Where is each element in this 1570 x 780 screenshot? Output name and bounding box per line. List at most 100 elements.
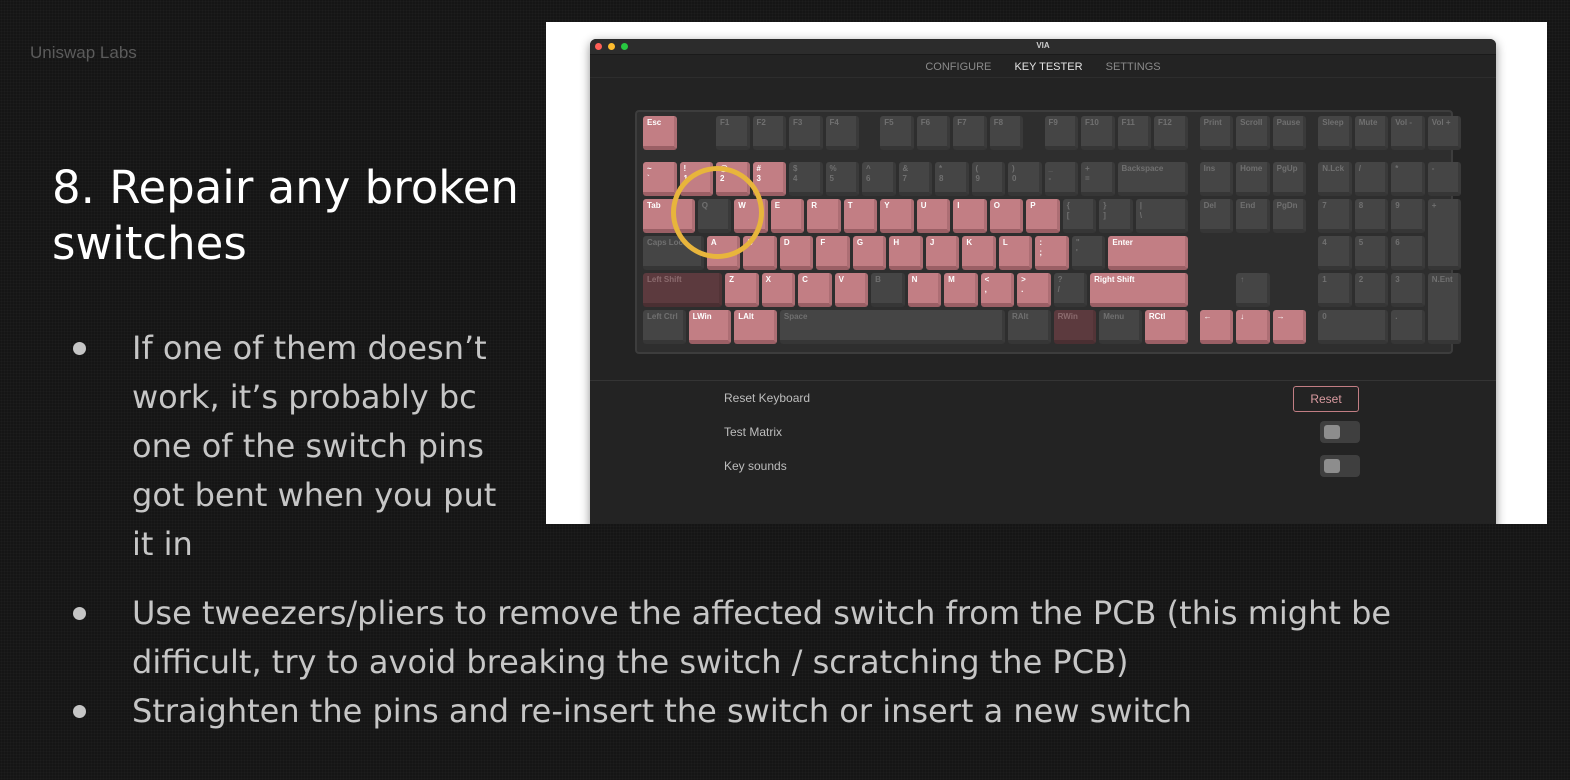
tab-key-tester[interactable]: KEY TESTER bbox=[1014, 56, 1082, 78]
key: Menu bbox=[1099, 310, 1142, 344]
key: ~ ` bbox=[643, 162, 677, 196]
window-title: VIA bbox=[1036, 41, 1050, 50]
reset-button[interactable]: Reset bbox=[1293, 386, 1359, 412]
key: > . bbox=[1017, 273, 1051, 307]
key: 8 bbox=[1354, 199, 1389, 233]
key: PgUp bbox=[1272, 162, 1307, 196]
key: 5 bbox=[1354, 236, 1389, 270]
bullet-text: Use tweezers/pliers to remove the affect… bbox=[132, 594, 1392, 681]
key: } ] bbox=[1099, 199, 1133, 233]
key: J bbox=[925, 236, 960, 270]
key: H bbox=[889, 236, 923, 270]
key: G bbox=[852, 236, 887, 270]
key: Left Ctrl bbox=[643, 310, 686, 344]
key: Ins bbox=[1199, 162, 1234, 196]
key: → bbox=[1272, 310, 1307, 344]
key: L bbox=[998, 236, 1033, 270]
key: * bbox=[1391, 162, 1425, 196]
key: N.Lck bbox=[1318, 162, 1352, 196]
key: 2 bbox=[1354, 273, 1389, 307]
key: Pause bbox=[1272, 116, 1307, 150]
key: U bbox=[916, 199, 951, 233]
key: End bbox=[1236, 199, 1270, 233]
key: - bbox=[1427, 162, 1462, 196]
key: % 5 bbox=[825, 162, 859, 196]
key: F11 bbox=[1117, 116, 1151, 150]
key: * 8 bbox=[935, 162, 969, 196]
key: " ' bbox=[1071, 236, 1106, 270]
key: 1 bbox=[1318, 273, 1352, 307]
bullet-icon bbox=[73, 607, 86, 620]
key: F12 bbox=[1154, 116, 1188, 150]
key: 4 bbox=[1318, 236, 1352, 270]
key: F1 bbox=[716, 116, 750, 150]
tab-bar: CONFIGURE KEY TESTER SETTINGS bbox=[590, 55, 1496, 78]
key: Enter bbox=[1108, 236, 1188, 270]
key: Space bbox=[779, 310, 1005, 344]
key: PgDn bbox=[1272, 199, 1307, 233]
window-titlebar: VIA bbox=[590, 39, 1496, 55]
key: Backspace bbox=[1117, 162, 1188, 196]
test-matrix-label: Test Matrix bbox=[724, 425, 783, 439]
key: & 7 bbox=[898, 162, 932, 196]
divider bbox=[590, 380, 1496, 381]
key: LAlt bbox=[734, 310, 777, 344]
key: Z bbox=[725, 273, 759, 307]
key: 0 bbox=[1318, 310, 1389, 344]
key: + bbox=[1427, 199, 1462, 270]
key: _ - bbox=[1044, 162, 1078, 196]
key: Scroll bbox=[1236, 116, 1270, 150]
key: { [ bbox=[1062, 199, 1097, 233]
key: ↓ bbox=[1236, 310, 1270, 344]
toggle-knob bbox=[1324, 425, 1340, 439]
key: RCtl bbox=[1144, 310, 1188, 344]
key: F bbox=[816, 236, 850, 270]
key: F6 bbox=[916, 116, 951, 150]
key: 9 bbox=[1391, 199, 1425, 233]
key: LWin bbox=[688, 310, 732, 344]
key: N.Ent bbox=[1427, 273, 1462, 344]
reset-keyboard-label: Reset Keyboard bbox=[724, 391, 811, 405]
key: Y bbox=[880, 199, 914, 233]
key: K bbox=[962, 236, 996, 270]
key: Print bbox=[1199, 116, 1234, 150]
key: F3 bbox=[789, 116, 823, 150]
key: . bbox=[1391, 310, 1425, 344]
bullet-icon bbox=[73, 342, 86, 355]
key: ) 0 bbox=[1008, 162, 1042, 196]
key: Left Shift bbox=[643, 273, 723, 307]
slide-title: 8. Repair any broken switches bbox=[52, 161, 519, 270]
key: Right Shift bbox=[1090, 273, 1188, 307]
key: Home bbox=[1236, 162, 1270, 196]
key: R bbox=[807, 199, 841, 233]
key-sounds-toggle[interactable] bbox=[1320, 455, 1360, 477]
bullet-text: Straighten the pins and re-insert the sw… bbox=[132, 692, 1192, 730]
key: C bbox=[798, 273, 832, 307]
key: RAlt bbox=[1008, 310, 1051, 344]
list-item: Straighten the pins and re-insert the sw… bbox=[73, 687, 1492, 736]
bullet-icon bbox=[73, 705, 86, 718]
app-window: VIA CONFIGURE KEY TESTER SETTINGS Esc F1 F… bbox=[590, 39, 1496, 524]
test-matrix-toggle[interactable] bbox=[1320, 421, 1360, 443]
via-screenshot: VIA CONFIGURE KEY TESTER SETTINGS Esc F1 F… bbox=[546, 22, 1547, 524]
brand-label: Uniswap Labs bbox=[30, 43, 137, 62]
toggle-knob bbox=[1324, 459, 1340, 473]
key: M bbox=[944, 273, 978, 307]
key: : ; bbox=[1035, 236, 1069, 270]
tab-settings[interactable]: SETTINGS bbox=[1106, 56, 1161, 78]
key: Vol - bbox=[1391, 116, 1425, 150]
key: 6 bbox=[1391, 236, 1425, 270]
highlight-circle bbox=[671, 166, 764, 259]
key: F10 bbox=[1081, 116, 1115, 150]
key: ← bbox=[1199, 310, 1234, 344]
key: + = bbox=[1081, 162, 1115, 196]
key: / bbox=[1354, 162, 1389, 196]
key: $ 4 bbox=[789, 162, 823, 196]
key: F2 bbox=[752, 116, 786, 150]
tab-configure[interactable]: CONFIGURE bbox=[925, 56, 991, 78]
bullet-text: If one of them doesn’t work, it’s probab… bbox=[132, 329, 497, 563]
key: Mute bbox=[1354, 116, 1389, 150]
key: 7 bbox=[1318, 199, 1352, 233]
key: F5 bbox=[880, 116, 914, 150]
key: F9 bbox=[1044, 116, 1078, 150]
